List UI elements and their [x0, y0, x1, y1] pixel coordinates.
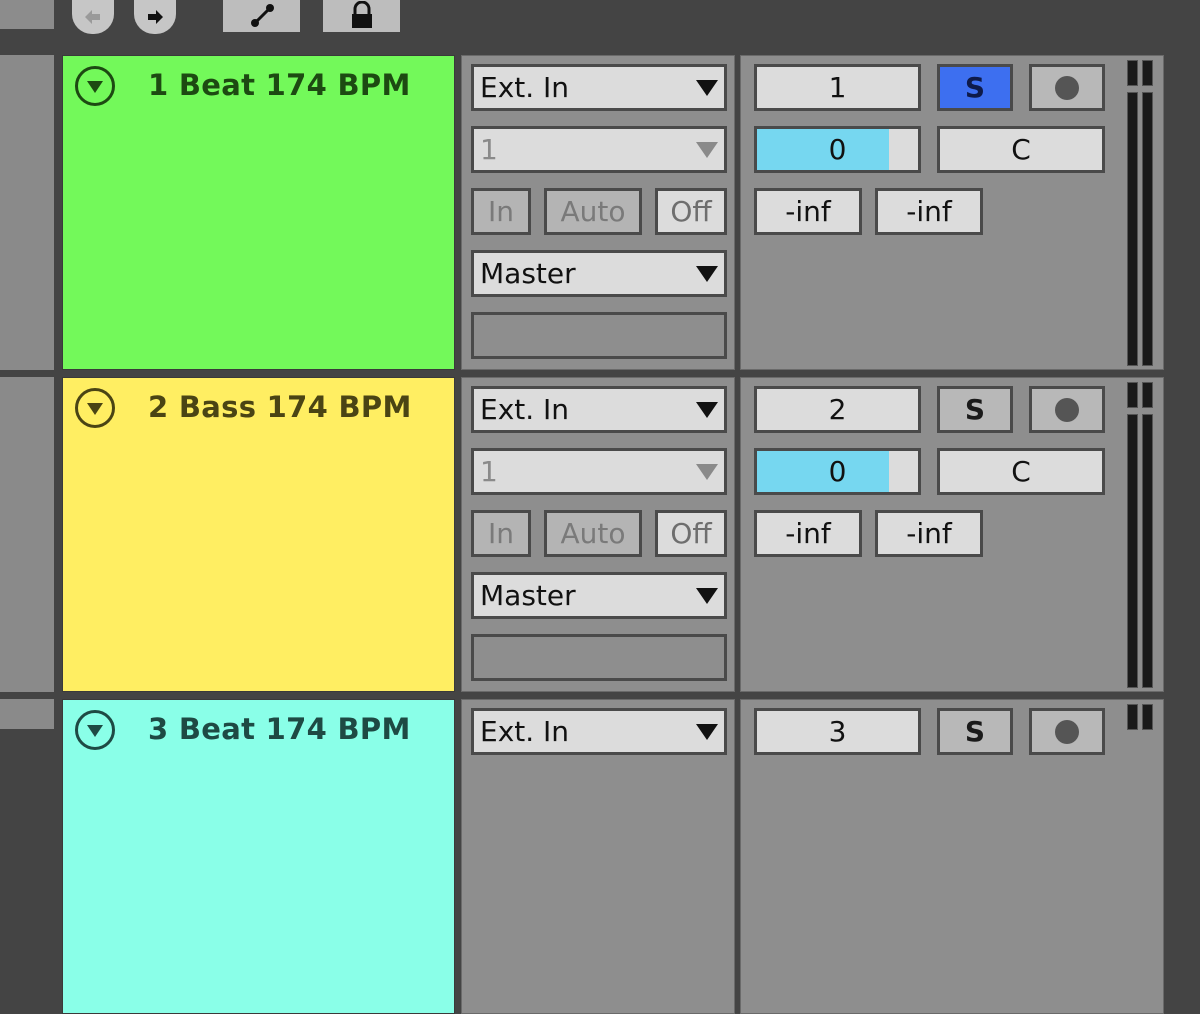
fold-toggle-icon[interactable] [75, 66, 115, 106]
monitor-off-button[interactable]: Off [655, 188, 727, 235]
output-channel-field[interactable] [471, 312, 727, 359]
monitor-auto-button[interactable]: Auto [544, 510, 642, 557]
solo-button[interactable]: S [937, 708, 1013, 755]
chevron-down-icon [696, 79, 718, 96]
input-channel-value: 1 [480, 455, 498, 488]
volume-value: 0 [828, 455, 847, 488]
arrow-right-circle-icon [148, 10, 163, 24]
track-name[interactable]: 2 Bass 174 BPM [148, 390, 412, 424]
volume-value: 0 [828, 133, 847, 166]
chevron-down-icon [696, 587, 718, 604]
input-channel-value: 1 [480, 133, 498, 166]
toolbar-left-block [0, 0, 54, 29]
io-section: Ext. In 1 In Auto Off Master [461, 377, 735, 692]
volume-fill [757, 129, 890, 170]
monitor-off-button[interactable]: Off [655, 510, 727, 557]
lock-button[interactable] [323, 0, 400, 32]
input-type-dropdown[interactable]: Ext. In [471, 386, 727, 433]
forward-button[interactable] [134, 0, 176, 34]
volume-fill [757, 451, 890, 492]
track: 1 Beat 174 BPM Ext. In 1 In Auto Off Mas… [0, 55, 1165, 370]
input-type-dropdown[interactable]: Ext. In [471, 708, 727, 755]
mixer-section: 1 S 0 C -inf -inf [740, 55, 1164, 370]
solo-button[interactable]: S [937, 64, 1013, 111]
chevron-down-icon [696, 723, 718, 740]
track-activator-button[interactable]: 1 [754, 64, 921, 111]
volume-slider[interactable]: 0 [754, 126, 921, 173]
input-channel-dropdown[interactable]: 1 [471, 126, 727, 173]
fold-toggle-icon[interactable] [75, 388, 115, 428]
output-value: Master [480, 257, 576, 290]
lock-icon [351, 1, 372, 28]
io-section: Ext. In [461, 699, 735, 1014]
back-button[interactable] [72, 0, 114, 34]
record-arm-button[interactable] [1029, 386, 1105, 433]
input-type-value: Ext. In [480, 715, 570, 748]
monitor-in-button[interactable]: In [471, 188, 531, 235]
fold-toggle-icon[interactable] [75, 710, 115, 750]
chevron-down-icon [696, 463, 718, 480]
track-header[interactable]: 1 Beat 174 BPM [62, 55, 455, 370]
output-dropdown[interactable]: Master [471, 250, 727, 297]
solo-button[interactable]: S [937, 386, 1013, 433]
input-channel-dropdown[interactable]: 1 [471, 448, 727, 495]
record-arm-button[interactable] [1029, 64, 1105, 111]
track-name[interactable]: 1 Beat 174 BPM [148, 68, 411, 102]
output-value: Master [480, 579, 576, 612]
track: 3 Beat 174 BPM Ext. In 3 S [0, 699, 1165, 1014]
track: 2 Bass 174 BPM Ext. In 1 In Auto Off Mas… [0, 377, 1165, 692]
track-header[interactable]: 2 Bass 174 BPM [62, 377, 455, 692]
pan-control[interactable]: C [937, 126, 1105, 173]
input-type-value: Ext. In [480, 71, 570, 104]
pan-control[interactable]: C [937, 448, 1105, 495]
mixer-section: 3 S [740, 699, 1164, 1014]
input-type-dropdown[interactable]: Ext. In [471, 64, 727, 111]
automation-button[interactable] [223, 0, 300, 32]
automation-curve-icon [250, 4, 274, 27]
send-a-control[interactable]: -inf [754, 188, 862, 235]
toolbar [0, 0, 1200, 55]
monitor-in-button[interactable]: In [471, 510, 531, 557]
monitor-auto-button[interactable]: Auto [544, 188, 642, 235]
record-arm-button[interactable] [1029, 708, 1105, 755]
arrow-left-circle-icon [85, 10, 100, 24]
track-activator-button[interactable]: 2 [754, 386, 921, 433]
send-b-control[interactable]: -inf [875, 188, 983, 235]
track-header[interactable]: 3 Beat 174 BPM [62, 699, 455, 1014]
track-activator-button[interactable]: 3 [754, 708, 921, 755]
input-type-value: Ext. In [480, 393, 570, 426]
chevron-down-icon [696, 265, 718, 282]
chevron-down-icon [696, 141, 718, 158]
send-a-control[interactable]: -inf [754, 510, 862, 557]
track-name[interactable]: 3 Beat 174 BPM [148, 712, 411, 746]
record-dot-icon [1055, 397, 1079, 422]
chevron-down-icon [696, 401, 718, 418]
output-channel-field[interactable] [471, 634, 727, 681]
record-dot-icon [1055, 75, 1079, 100]
io-section: Ext. In 1 In Auto Off Master [461, 55, 735, 370]
mixer-section: 2 S 0 C -inf -inf [740, 377, 1164, 692]
output-dropdown[interactable]: Master [471, 572, 727, 619]
record-dot-icon [1055, 719, 1079, 744]
volume-slider[interactable]: 0 [754, 448, 921, 495]
send-b-control[interactable]: -inf [875, 510, 983, 557]
